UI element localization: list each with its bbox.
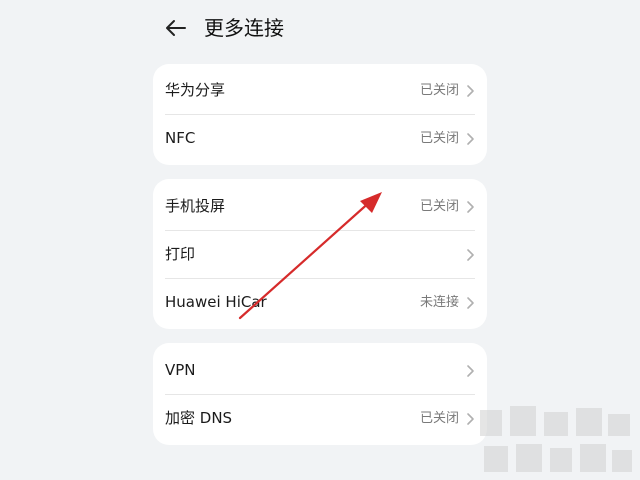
row-label: 手机投屏	[165, 197, 226, 215]
row-status: 未连接	[419, 295, 459, 310]
row-encrypted-dns[interactable]: 加密 DNS 已关闭	[153, 394, 487, 442]
row-label: 加密 DNS	[165, 409, 233, 427]
divider	[165, 114, 475, 115]
row-label: Huawei HiCar	[165, 293, 267, 311]
row-label: NFC	[165, 129, 196, 147]
chevron-right-icon	[467, 201, 474, 213]
row-print[interactable]: 打印	[153, 230, 487, 278]
row-status: 已关闭	[419, 411, 459, 426]
chevron-right-icon	[467, 85, 474, 97]
row-screen-projection[interactable]: 手机投屏 已关闭	[153, 182, 487, 230]
chevron-right-icon	[467, 365, 474, 377]
divider	[165, 394, 475, 395]
row-nfc[interactable]: NFC 已关闭	[153, 114, 487, 162]
row-status: 已关闭	[419, 199, 459, 214]
watermark	[470, 400, 640, 480]
row-label: 打印	[165, 245, 196, 263]
row-huawei-share[interactable]: 华为分享 已关闭	[153, 66, 487, 114]
row-status: 已关闭	[419, 131, 459, 146]
settings-card-sharing: 华为分享 已关闭 NFC 已关闭	[153, 64, 487, 165]
row-label: VPN	[165, 361, 196, 379]
top-bar: 更多连接	[0, 0, 640, 56]
row-status: 已关闭	[419, 83, 459, 98]
chevron-right-icon	[467, 297, 474, 309]
chevron-right-icon	[467, 133, 474, 145]
row-label: 华为分享	[165, 81, 226, 99]
page-title: 更多连接	[204, 16, 284, 40]
divider	[165, 278, 475, 279]
settings-card-projection: 手机投屏 已关闭 打印 Huawei HiCar 未连接	[153, 179, 487, 329]
back-arrow-icon	[166, 20, 186, 36]
row-vpn[interactable]: VPN	[153, 346, 487, 394]
chevron-right-icon	[467, 249, 474, 261]
settings-card-network: VPN 加密 DNS 已关闭	[153, 343, 487, 445]
row-huawei-hicar[interactable]: Huawei HiCar 未连接	[153, 278, 487, 326]
divider	[165, 230, 475, 231]
back-button[interactable]	[160, 12, 192, 44]
